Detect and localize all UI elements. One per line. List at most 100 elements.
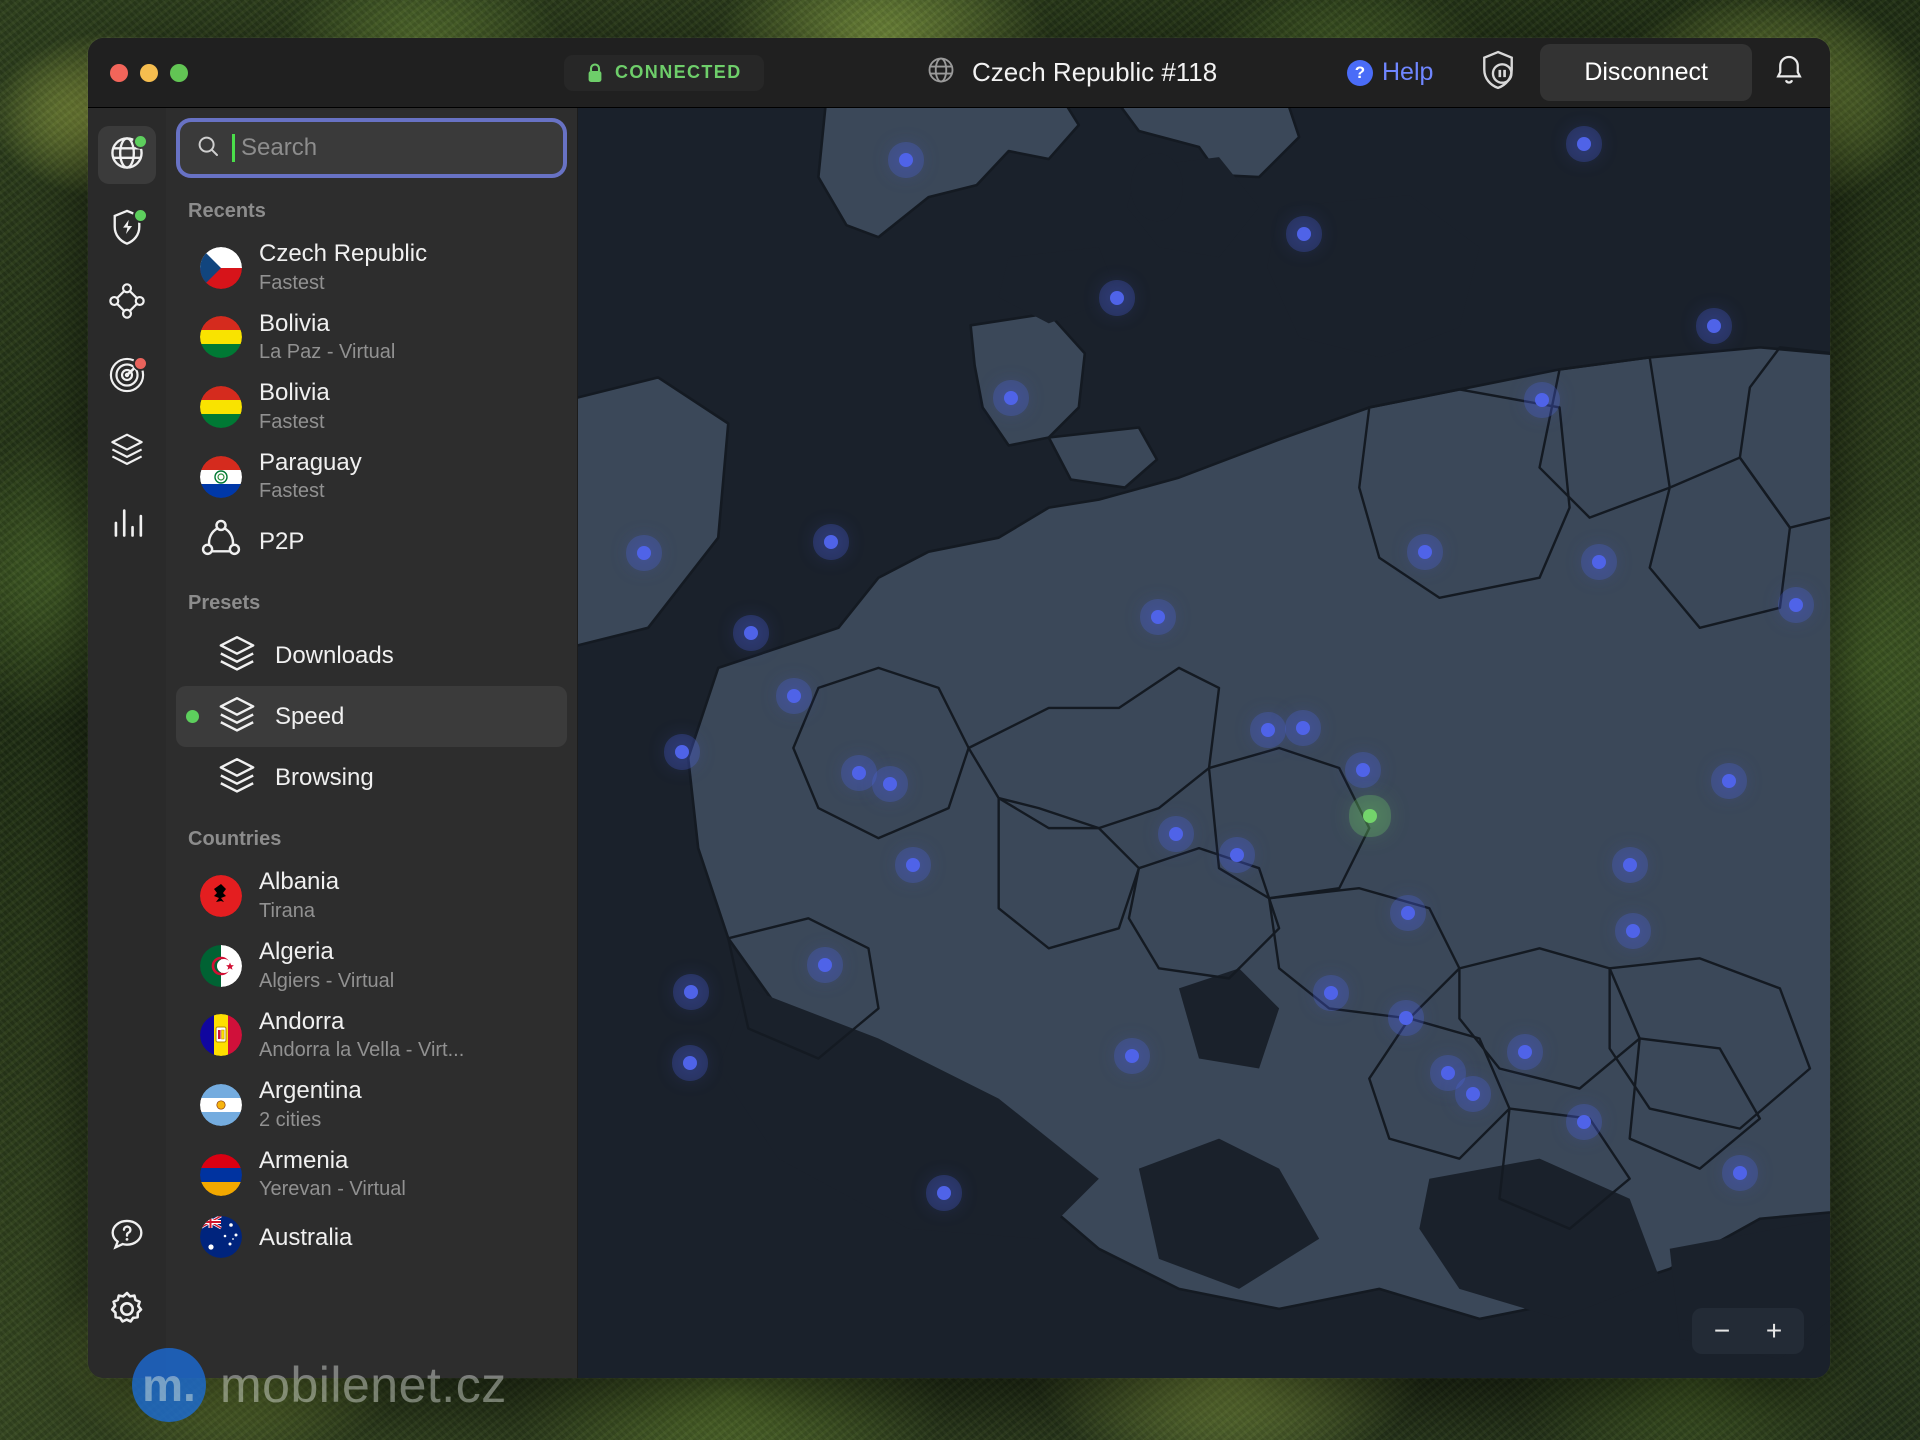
map-server-node[interactable] bbox=[744, 625, 759, 640]
list-item-texts: Downloads bbox=[275, 642, 394, 670]
map-server-node[interactable] bbox=[824, 535, 839, 549]
map-server-node[interactable] bbox=[1622, 858, 1637, 872]
list-item[interactable]: P2P bbox=[176, 511, 567, 572]
map-server-node[interactable] bbox=[1732, 1166, 1747, 1180]
list-item[interactable]: Czech Republic Fastest bbox=[176, 233, 567, 303]
sidebar-item-settings[interactable] bbox=[98, 1282, 156, 1340]
list-item-texts: Browsing bbox=[275, 764, 374, 792]
map-server-node[interactable] bbox=[1150, 610, 1165, 624]
current-server[interactable]: Czech Republic #118 bbox=[926, 55, 1217, 90]
preset-active-dot bbox=[186, 771, 199, 784]
map-server-node[interactable] bbox=[1230, 848, 1245, 862]
list-item[interactable]: Paraguay Fastest bbox=[176, 442, 567, 512]
flag-icon bbox=[200, 455, 242, 498]
zoom-out-button[interactable]: − bbox=[1698, 1309, 1746, 1353]
flag-icon bbox=[200, 1153, 242, 1196]
sidebar-item-support[interactable] bbox=[98, 1208, 156, 1266]
list-item-title: Czech Republic bbox=[259, 240, 428, 267]
list-item[interactable]: Andorra Andorra la Vella - Virt... bbox=[176, 1001, 567, 1071]
map-server-node[interactable] bbox=[1003, 391, 1018, 405]
list-item[interactable]: Algeria Algiers - Virtual bbox=[176, 931, 567, 1001]
map-server-node[interactable] bbox=[787, 689, 802, 703]
map-server-node[interactable] bbox=[1466, 1087, 1481, 1101]
map-server-node[interactable] bbox=[905, 858, 920, 872]
map-server-node[interactable] bbox=[1261, 723, 1276, 737]
map-server-node[interactable] bbox=[1124, 1049, 1139, 1063]
list-item-title: Australia bbox=[259, 1223, 353, 1251]
list-item-title: Browsing bbox=[275, 764, 374, 792]
current-server-label: Czech Republic #118 bbox=[972, 57, 1218, 87]
map-server-node[interactable] bbox=[1441, 1066, 1456, 1080]
list-item-title: Paraguay bbox=[259, 448, 362, 476]
bell-icon[interactable] bbox=[1774, 53, 1804, 92]
sidebar-item-meshnet[interactable] bbox=[98, 274, 156, 332]
map-server-node[interactable] bbox=[1625, 923, 1640, 938]
map-server-node[interactable] bbox=[1401, 906, 1416, 920]
map-active-server-node[interactable] bbox=[1363, 809, 1378, 823]
status-badge bbox=[133, 134, 148, 149]
sidebar-item-threat-protection[interactable] bbox=[98, 200, 156, 258]
map-server-node[interactable] bbox=[1591, 555, 1606, 569]
preset-active-dot bbox=[186, 649, 199, 662]
map-server-node[interactable] bbox=[1297, 227, 1312, 241]
map-server-node[interactable] bbox=[1706, 319, 1721, 333]
list-item[interactable]: Downloads bbox=[176, 625, 567, 686]
map-server-node[interactable] bbox=[1109, 291, 1124, 305]
map-server-node[interactable] bbox=[1399, 1011, 1414, 1025]
help-button[interactable]: ? Help bbox=[1333, 52, 1447, 93]
disconnect-button[interactable]: Disconnect bbox=[1540, 44, 1752, 101]
map-server-node[interactable] bbox=[1418, 545, 1433, 559]
list-item[interactable]: Albania Tirana bbox=[176, 861, 567, 931]
map-server-node[interactable] bbox=[637, 546, 652, 560]
map-server-node[interactable] bbox=[1788, 598, 1803, 612]
map-server-node[interactable] bbox=[1356, 763, 1371, 777]
list-item[interactable]: Bolivia Fastest bbox=[176, 372, 567, 442]
map-server-node[interactable] bbox=[683, 1056, 698, 1070]
globe-icon bbox=[926, 55, 956, 90]
list-item[interactable]: Speed bbox=[176, 686, 567, 748]
list-item-subtitle: Fastest bbox=[259, 410, 325, 433]
map-server-node[interactable] bbox=[1534, 393, 1549, 407]
map-server-node[interactable] bbox=[852, 766, 867, 780]
map-server-node[interactable] bbox=[684, 985, 699, 999]
sidebar-item-vpn[interactable] bbox=[98, 126, 156, 184]
map-server-node[interactable] bbox=[1576, 136, 1591, 151]
shield-pause-icon[interactable] bbox=[1478, 49, 1518, 96]
list-item-title: Andorra bbox=[259, 1007, 345, 1035]
list-item[interactable]: Browsing bbox=[176, 747, 567, 808]
zoom-in-button[interactable]: + bbox=[1750, 1309, 1798, 1353]
list-item[interactable]: Australia bbox=[176, 1209, 567, 1265]
sidebar-item-dark-web-monitor[interactable] bbox=[98, 348, 156, 406]
section-heading: Presets bbox=[188, 592, 261, 615]
map-server-node[interactable] bbox=[1576, 1115, 1591, 1129]
list-item-title: Argentina bbox=[259, 1077, 362, 1105]
map-server-node[interactable] bbox=[675, 745, 690, 759]
map-server-node[interactable] bbox=[1721, 774, 1736, 788]
list-item-texts: Algeria Algiers - Virtual bbox=[259, 938, 394, 994]
map-server-node[interactable] bbox=[1517, 1045, 1532, 1059]
map-server-node[interactable] bbox=[1296, 721, 1311, 735]
search-input[interactable]: Search bbox=[180, 122, 563, 174]
list-item-texts: Speed bbox=[275, 703, 344, 731]
zoom-button[interactable] bbox=[170, 63, 188, 82]
map-server-node[interactable] bbox=[898, 153, 913, 167]
map-server-node[interactable] bbox=[818, 958, 833, 972]
list-item-title: P2P bbox=[259, 528, 305, 556]
list-item[interactable]: Bolivia La Paz - Virtual bbox=[176, 303, 567, 373]
layers-icon bbox=[216, 693, 258, 740]
layers-icon bbox=[216, 632, 258, 679]
close-button[interactable] bbox=[110, 63, 128, 82]
sidebar-item-statistics[interactable] bbox=[98, 496, 156, 554]
list-item[interactable]: Armenia Yerevan - Virtual bbox=[176, 1140, 567, 1210]
search-icon bbox=[196, 134, 220, 163]
world-map[interactable]: − + bbox=[578, 108, 1830, 1378]
map-server-node[interactable] bbox=[883, 777, 898, 791]
map-server-node[interactable] bbox=[1324, 985, 1339, 1000]
map-server-node[interactable] bbox=[936, 1185, 951, 1200]
sidebar-item-presets[interactable] bbox=[98, 422, 156, 480]
map-server-node[interactable] bbox=[1168, 827, 1183, 841]
locations-list[interactable]: Recents Czech Republic Fastest Bolivia La Pa… bbox=[166, 180, 577, 1378]
minimize-button[interactable] bbox=[140, 63, 158, 82]
list-item-texts: Albania Tirana bbox=[259, 868, 339, 924]
list-item[interactable]: Argentina 2 cities bbox=[176, 1070, 567, 1140]
